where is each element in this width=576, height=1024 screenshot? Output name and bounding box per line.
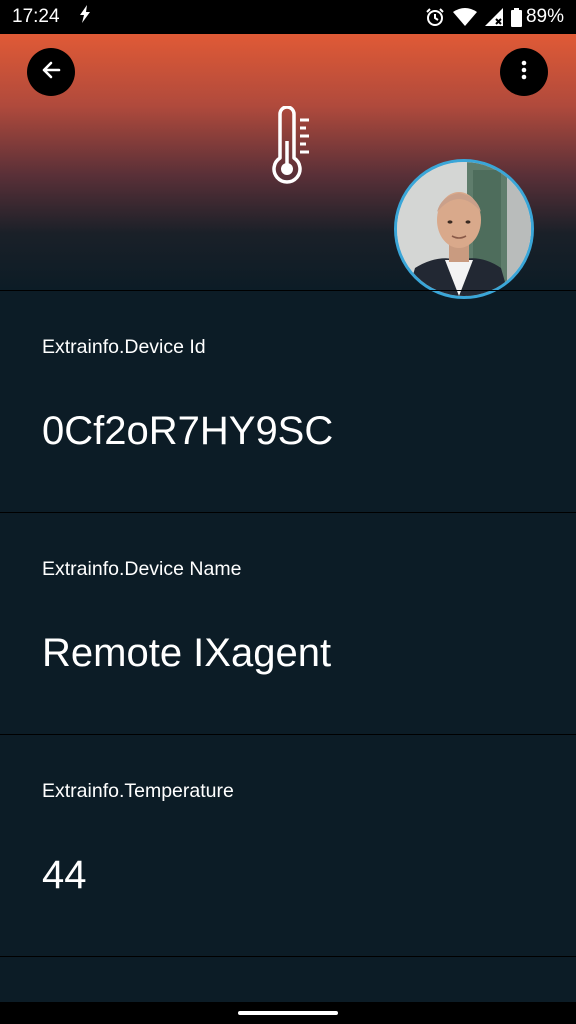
status-bar: 17:24 89% [0, 0, 576, 34]
navigation-bar [0, 1002, 576, 1024]
field-row-device-id: Extrainfo.Device Id 0Cf2oR7HY9SC [0, 290, 576, 511]
status-left: 17:24 [12, 5, 92, 29]
more-options-button[interactable] [500, 48, 548, 96]
field-label: Extrainfo.Device Name [42, 558, 242, 580]
thermometer-icon [269, 105, 313, 193]
battery-icon [510, 7, 522, 27]
more-vertical-icon [512, 58, 536, 87]
field-label: Extrainfo.Temperature [42, 780, 234, 802]
battery-percent: 89% [525, 6, 564, 27]
home-indicator[interactable] [238, 1011, 338, 1015]
arrow-left-icon [39, 58, 63, 87]
back-button[interactable] [27, 48, 75, 96]
alarm-icon [425, 7, 445, 27]
field-row-temperature: Extrainfo.Temperature 44 [0, 734, 576, 955]
avatar[interactable] [394, 159, 534, 299]
field-row-partial [0, 956, 576, 1002]
bolt-icon [78, 5, 92, 29]
cellular-signal-icon [484, 8, 503, 26]
wifi-icon [452, 8, 477, 26]
device-detail-screen: 17:24 89% Extrainfo.Device Id 0Cf2oR7HY9… [0, 0, 576, 1024]
field-label: Extrainfo.Device Id [42, 336, 206, 358]
status-right: 89% [417, 6, 564, 28]
field-value: 0Cf2oR7HY9SC [42, 409, 334, 453]
field-row-device-name: Extrainfo.Device Name Remote IXagent [0, 512, 576, 733]
status-time: 17:24 [12, 6, 60, 27]
header [0, 34, 576, 299]
field-value: Remote IXagent [42, 631, 332, 675]
field-value: 44 [42, 853, 87, 897]
